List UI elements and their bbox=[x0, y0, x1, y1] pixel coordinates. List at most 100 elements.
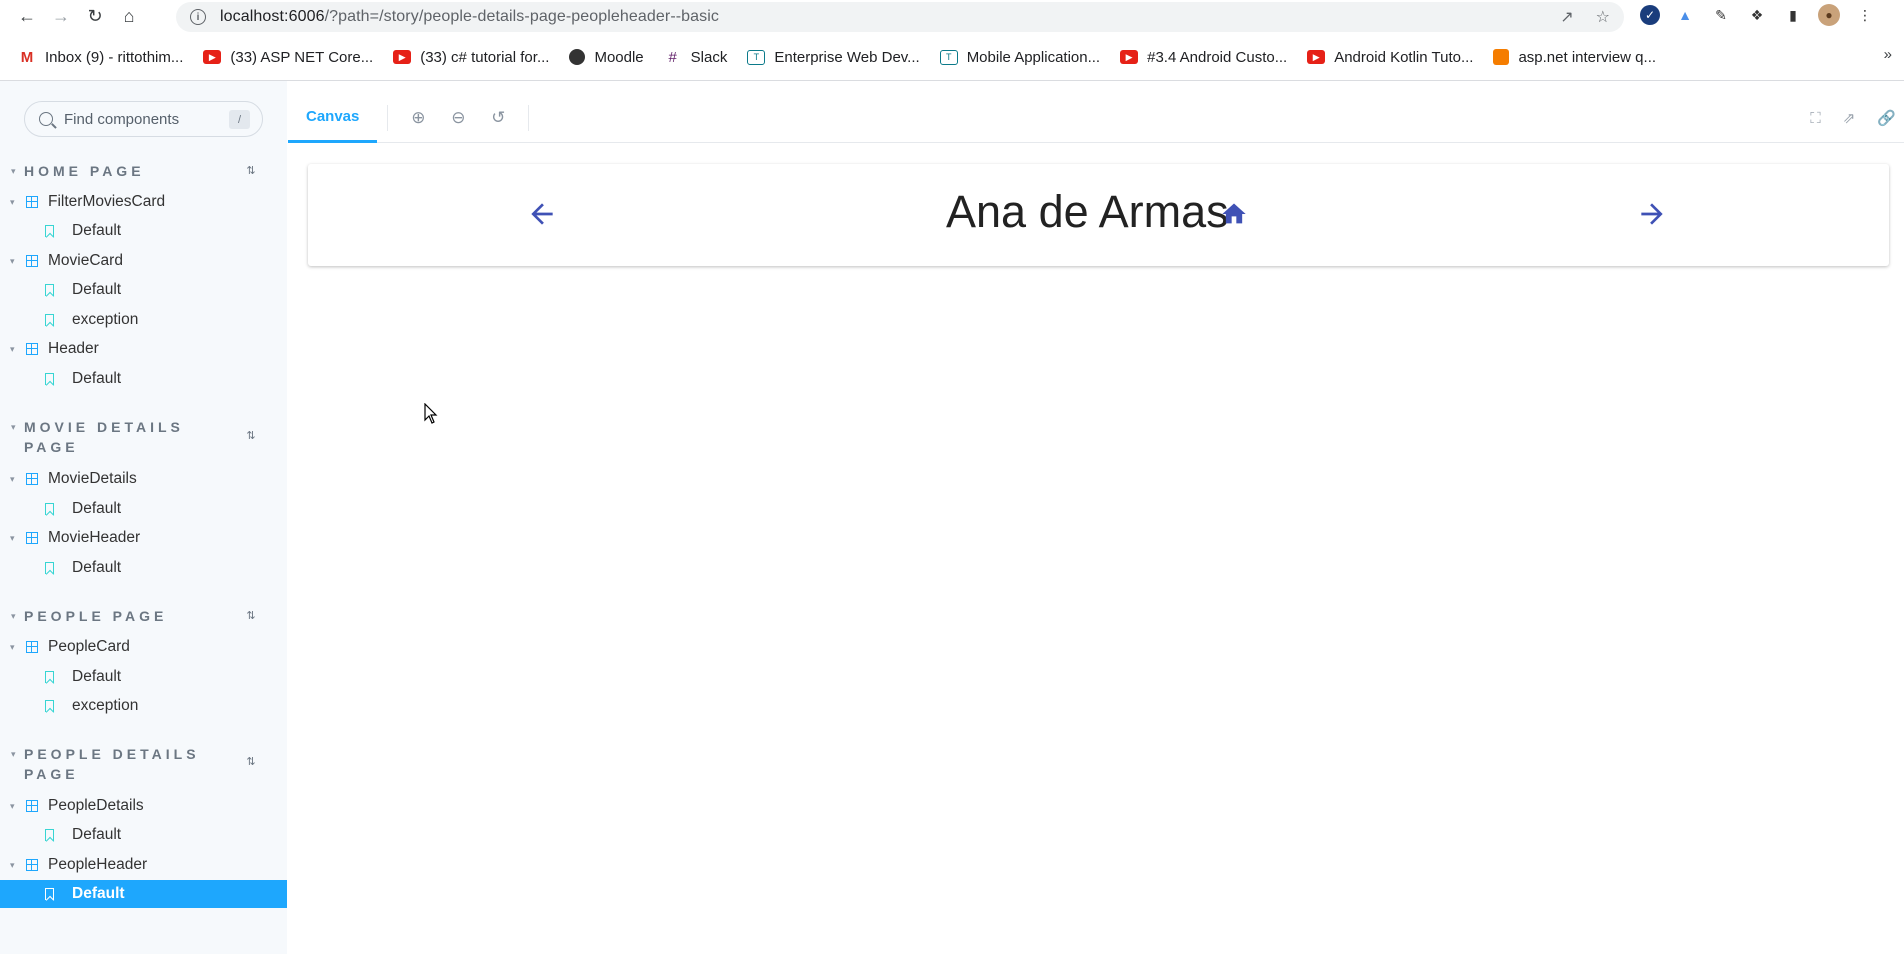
divider bbox=[387, 104, 389, 131]
site-info-icon[interactable]: i bbox=[190, 9, 206, 25]
story-item[interactable]: Default bbox=[0, 365, 287, 393]
bookmark-item[interactable]: ▶ (33) ASP NET Core... bbox=[203, 49, 373, 66]
component-header[interactable]: ▾ Header bbox=[0, 335, 287, 363]
bookmark-item[interactable]: asp.net interview q... bbox=[1493, 49, 1656, 66]
bookmark-item[interactable]: ▶ (33) c# tutorial for... bbox=[393, 49, 549, 66]
story-item[interactable]: exception bbox=[0, 692, 287, 720]
component-icon bbox=[26, 196, 38, 208]
component-moviedetails[interactable]: ▾ MovieDetails bbox=[0, 465, 287, 493]
more-menu-icon[interactable]: ⋮ bbox=[1854, 4, 1876, 26]
collapse-all-icon[interactable]: ⇅ bbox=[244, 755, 258, 769]
story-item[interactable]: Default bbox=[0, 217, 287, 245]
story-item[interactable]: Default bbox=[0, 495, 287, 523]
bookmark-icon bbox=[45, 503, 54, 515]
bookmark-item[interactable]: Moodle bbox=[569, 49, 644, 66]
story-label: Default bbox=[72, 885, 125, 902]
story-item[interactable]: exception bbox=[0, 306, 287, 334]
story-item[interactable]: Default bbox=[0, 554, 287, 582]
browser-toolbar: ← → ↻ ⌂ i localhost:6006/?path=/story/pe… bbox=[0, 0, 1904, 32]
component-movieheader[interactable]: ▾ MovieHeader bbox=[0, 524, 287, 552]
search-shortcut-key: / bbox=[229, 110, 250, 129]
eyedropper-extension-icon[interactable]: ✎ bbox=[1710, 4, 1732, 26]
profile-avatar[interactable]: ● bbox=[1818, 4, 1840, 26]
component-peopleheader[interactable]: ▾ PeopleHeader bbox=[0, 851, 287, 879]
youtube-icon: ▶ bbox=[1120, 50, 1139, 64]
bookmark-item[interactable]: T Mobile Application... bbox=[939, 49, 1100, 66]
graduation-extension-icon[interactable]: ▲ bbox=[1674, 4, 1696, 26]
bookmark-label: Inbox (9) - rittothim... bbox=[45, 48, 184, 66]
component-peoplecard[interactable]: ▾ PeopleCard bbox=[0, 633, 287, 661]
bookmark-item[interactable]: ▶ #3.4 Android Custo... bbox=[1120, 49, 1287, 66]
zoom-in-icon[interactable]: ⊕ bbox=[398, 93, 438, 143]
story-item[interactable]: Default bbox=[0, 276, 287, 304]
story-item-selected[interactable]: Default bbox=[0, 880, 287, 908]
caret-down-icon: ▾ bbox=[11, 611, 16, 621]
group-header-movie-details-page[interactable]: ▾ MOVIE DETAILS PAGE bbox=[11, 417, 194, 457]
copy-link-icon[interactable]: 🔗 bbox=[1877, 109, 1896, 127]
zoom-reset-icon[interactable]: ↺ bbox=[478, 93, 518, 143]
open-new-tab-icon[interactable]: ⇗ bbox=[1843, 109, 1856, 127]
story-label: Default bbox=[72, 668, 122, 685]
share-icon[interactable]: ↗ bbox=[1560, 7, 1573, 27]
component-moviecard[interactable]: ▾ MovieCard bbox=[0, 247, 287, 275]
zoom-out-icon[interactable]: ⊖ bbox=[438, 93, 478, 143]
home-icon bbox=[1220, 200, 1248, 228]
bookmark-label: (33) c# tutorial for... bbox=[420, 48, 550, 66]
collapse-all-icon[interactable]: ⇅ bbox=[244, 609, 258, 623]
tab-canvas[interactable]: Canvas bbox=[288, 93, 378, 143]
bookmark-item[interactable]: # Slack bbox=[664, 49, 727, 66]
story-label: Default bbox=[72, 281, 122, 298]
collapse-all-icon[interactable]: ⇅ bbox=[244, 164, 258, 178]
collapse-all-icon[interactable]: ⇅ bbox=[244, 429, 258, 443]
bookmark-icon bbox=[45, 671, 54, 683]
bookmark-label: asp.net interview q... bbox=[1518, 48, 1657, 66]
component-label: PeopleHeader bbox=[48, 856, 148, 873]
search-placeholder: Find components bbox=[64, 110, 180, 128]
group-header-home-page[interactable]: ▾ HOME PAGE bbox=[11, 161, 145, 181]
caret-down-icon: ▾ bbox=[10, 255, 15, 266]
puzzle-extensions-icon[interactable]: ❖ bbox=[1746, 4, 1768, 26]
search-input[interactable]: Find components / bbox=[24, 101, 263, 137]
arrow-forward-icon[interactable] bbox=[1632, 194, 1672, 234]
component-peopledetails[interactable]: ▾ PeopleDetails bbox=[0, 792, 287, 820]
component-icon bbox=[26, 859, 38, 871]
more-bookmarks-icon[interactable]: » bbox=[1884, 46, 1892, 63]
bookmark-item[interactable]: ▶ Android Kotlin Tuto... bbox=[1307, 49, 1473, 66]
side-panel-icon[interactable]: ▮ bbox=[1782, 4, 1804, 26]
component-icon bbox=[26, 641, 38, 653]
reload-icon[interactable]: ↻ bbox=[78, 2, 112, 30]
story-label: Default bbox=[72, 222, 122, 239]
bookmark-item[interactable]: M Inbox (9) - rittothim... bbox=[18, 48, 184, 66]
group-title: MOVIE DETAILS PAGE bbox=[24, 419, 184, 455]
component-label: MovieHeader bbox=[48, 529, 141, 546]
home-icon[interactable]: ⌂ bbox=[112, 2, 146, 30]
component-icon bbox=[26, 800, 38, 812]
address-bar[interactable]: i localhost:6006/?path=/story/people-det… bbox=[176, 2, 1624, 32]
caret-down-icon: ▾ bbox=[11, 422, 16, 432]
teams-icon: T bbox=[747, 49, 766, 65]
youtube-icon: ▶ bbox=[1307, 50, 1326, 64]
check-extension-icon[interactable]: ✓ bbox=[1640, 5, 1660, 25]
story-label: Default bbox=[72, 500, 122, 517]
component-label: PeopleDetails bbox=[48, 797, 144, 814]
forward-arrow-icon[interactable]: → bbox=[44, 2, 78, 30]
fullscreen-icon[interactable]: ⛶ bbox=[1810, 110, 1821, 127]
story-label: Default bbox=[72, 559, 122, 576]
component-filtermoviescard[interactable]: ▾ FilterMoviesCard bbox=[0, 188, 287, 216]
bookmark-label: Enterprise Web Dev... bbox=[774, 48, 920, 66]
component-label: MovieCard bbox=[48, 252, 123, 269]
story-item[interactable]: Default bbox=[0, 821, 287, 849]
story-label: Default bbox=[72, 826, 122, 843]
story-label: Default bbox=[72, 370, 122, 387]
story-item[interactable]: Default bbox=[0, 663, 287, 691]
back-arrow-icon[interactable]: ← bbox=[10, 2, 44, 30]
storybook-sidebar: Find components / ▾ HOME PAGE ⇅ ▾ FilterMo… bbox=[0, 81, 287, 954]
url-text[interactable]: localhost:6006/?path=/story/people-detai… bbox=[220, 8, 719, 26]
bookmark-icon bbox=[45, 888, 54, 900]
bookmark-star-icon[interactable]: ☆ bbox=[1596, 7, 1610, 27]
group-header-people-details-page[interactable]: ▾ PEOPLE DETAILS PAGE bbox=[11, 744, 204, 784]
group-header-people-page[interactable]: ▾ PEOPLE PAGE bbox=[11, 606, 167, 626]
bookmark-item[interactable]: T Enterprise Web Dev... bbox=[747, 48, 920, 66]
arrow-back-icon[interactable] bbox=[522, 194, 562, 234]
bookmark-icon bbox=[45, 284, 54, 296]
